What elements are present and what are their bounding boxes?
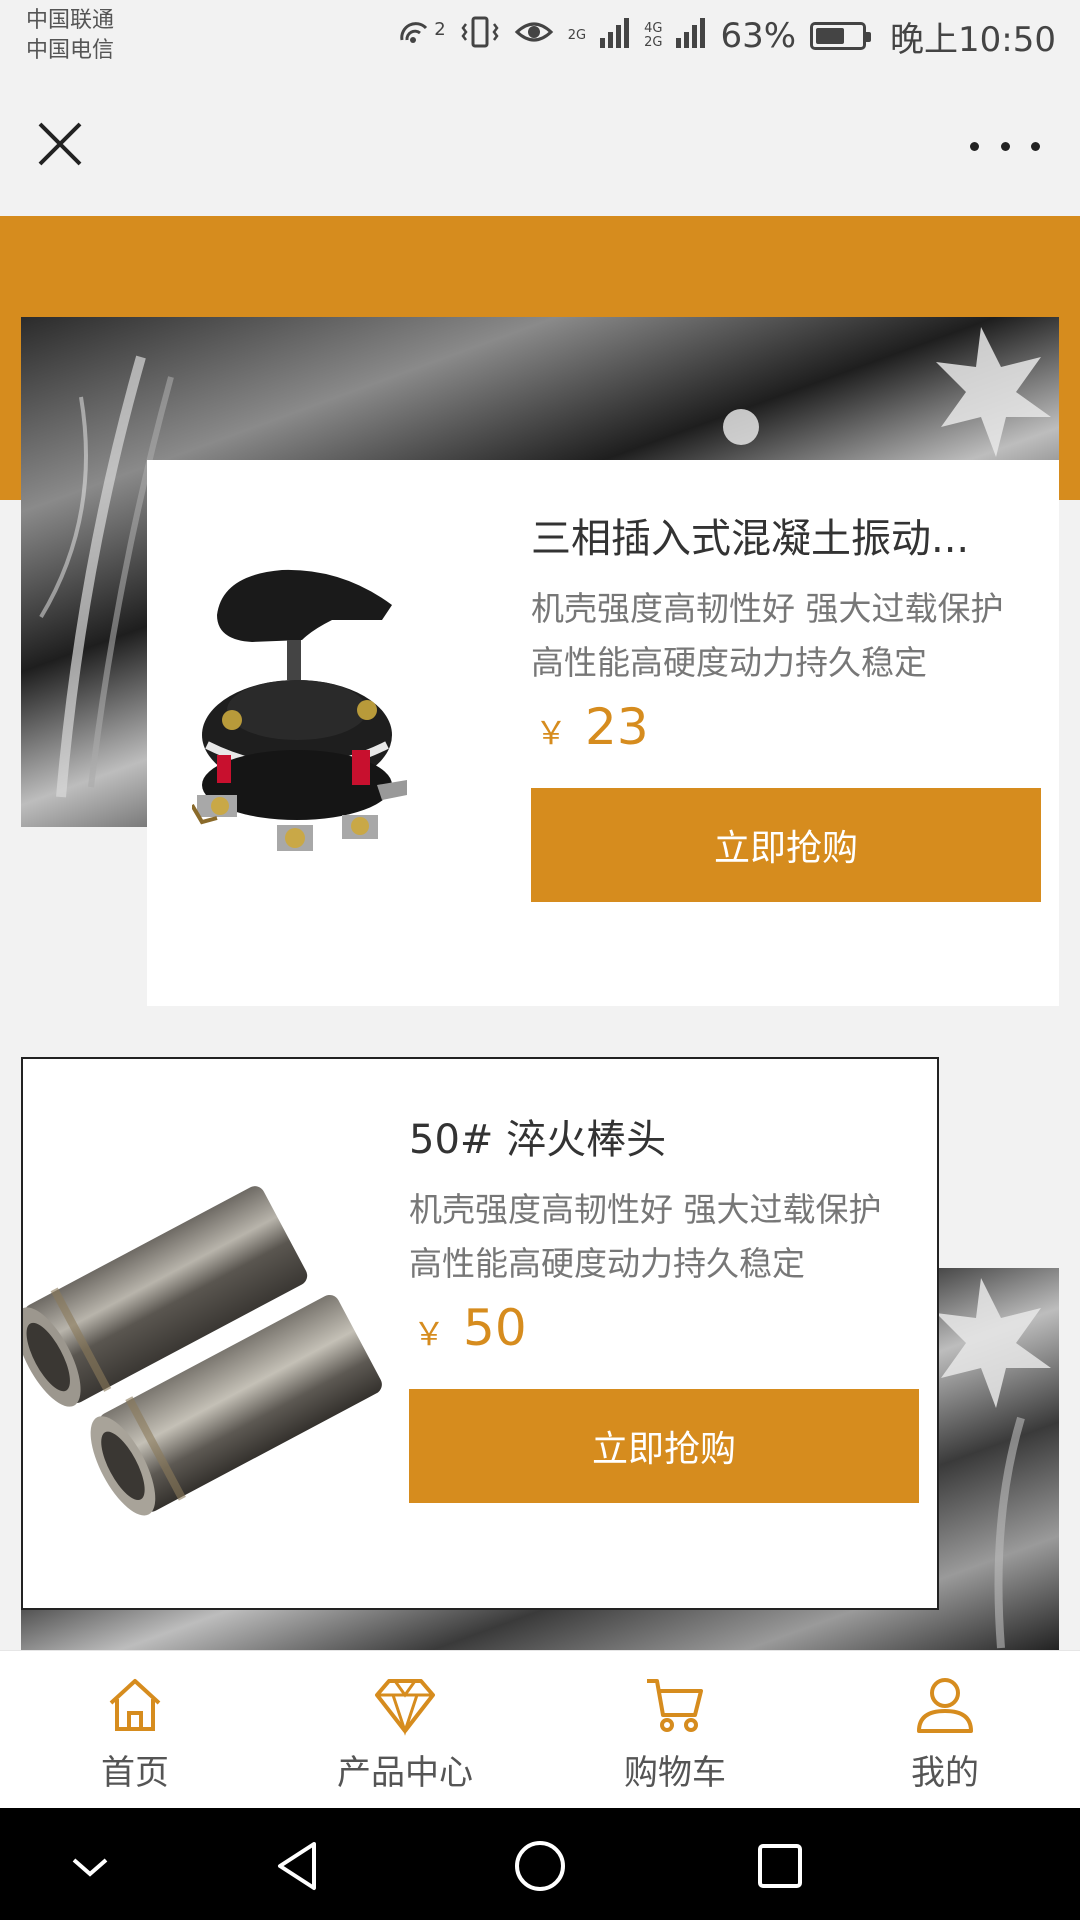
signal-icon-2 [676,16,706,56]
tab-label: 首页 [101,1753,169,1793]
product-image-rod-head[interactable] [15,1119,393,1539]
status-bar: 中国联通 中国电信 2 2G 4G 2G 63% 晚上10:50 [0,0,1080,76]
tab-home[interactable]: 首页 [0,1651,270,1808]
carrier-1: 中国联通 [26,8,115,33]
network-type-2: 4G [644,21,663,36]
currency-symbol: ￥ [413,1315,446,1353]
system-nav-bar [0,1808,1080,1920]
diamond-icon [375,1679,435,1736]
more-dots-icon[interactable] [970,126,1040,166]
product-description: 机壳强度高韧性好 强大过载保护 高性能高硬度动力持久稳定 [409,1190,882,1283]
battery-fill [816,28,845,44]
home-circle-icon[interactable] [510,1836,570,1896]
status-icons: 2 2G 4G 2G 63% 晚上10:50 [396,14,1056,60]
product-price: ￥ 23 [535,698,649,756]
back-triangle-icon[interactable] [270,1836,330,1896]
hide-nav-chevron-icon[interactable] [60,1836,120,1896]
tab-label: 产品中心 [337,1753,473,1793]
network-type-1: 2G [567,28,587,43]
tab-label: 我的 [911,1753,979,1793]
battery-icon [810,22,872,50]
bottom-tab-bar: 首页 产品中心 购物车 我的 [0,1650,1080,1808]
product-title[interactable]: 50# 淬火棒头 [409,1107,909,1165]
buy-now-button[interactable]: 立即抢购 [409,1389,919,1503]
product-description: 机壳强度高韧性好 强大过载保护 高性能高硬度动力持久稳定 [531,589,1004,682]
product-title[interactable]: 三相插入式混凝土振动... [531,506,1031,564]
price-value: 23 [585,698,649,756]
eye-icon [514,14,554,58]
tab-cart[interactable]: 购物车 [540,1651,810,1808]
product-card[interactable]: 50# 淬火棒头 机壳强度高韧性好 强大过载保护 高性能高硬度动力持久稳定 ￥ … [15,1057,939,1610]
carrier-2: 中国电信 [26,38,115,63]
title-bar [0,76,1080,216]
product-image-switch[interactable] [190,560,422,870]
network-type-3: 2G [644,35,663,50]
vibrate-icon [460,14,500,58]
tab-profile[interactable]: 我的 [810,1651,1080,1808]
carrier-info: 中国联通 中国电信 [26,6,114,66]
tab-label: 购物车 [624,1753,726,1793]
close-icon[interactable] [30,114,90,174]
price-value: 50 [463,1299,527,1357]
clock: 晚上10:50 [890,19,1056,60]
buy-now-button[interactable]: 立即抢购 [531,788,1041,902]
product-price: ￥ 50 [413,1299,527,1357]
signal-icon-1 [600,16,630,56]
hotspot-badge: 2 [434,18,446,40]
battery-percent: 63% [720,16,797,56]
currency-symbol: ￥ [535,714,568,752]
product-card[interactable]: 三相插入式混凝土振动... 机壳强度高韧性好 强大过载保护 高性能高硬度动力持久… [147,460,1059,1006]
user-icon [917,1678,973,1733]
home-icon [109,1679,161,1731]
cart-icon [647,1679,703,1732]
recents-square-icon[interactable] [750,1836,810,1896]
tab-products[interactable]: 产品中心 [270,1651,540,1808]
